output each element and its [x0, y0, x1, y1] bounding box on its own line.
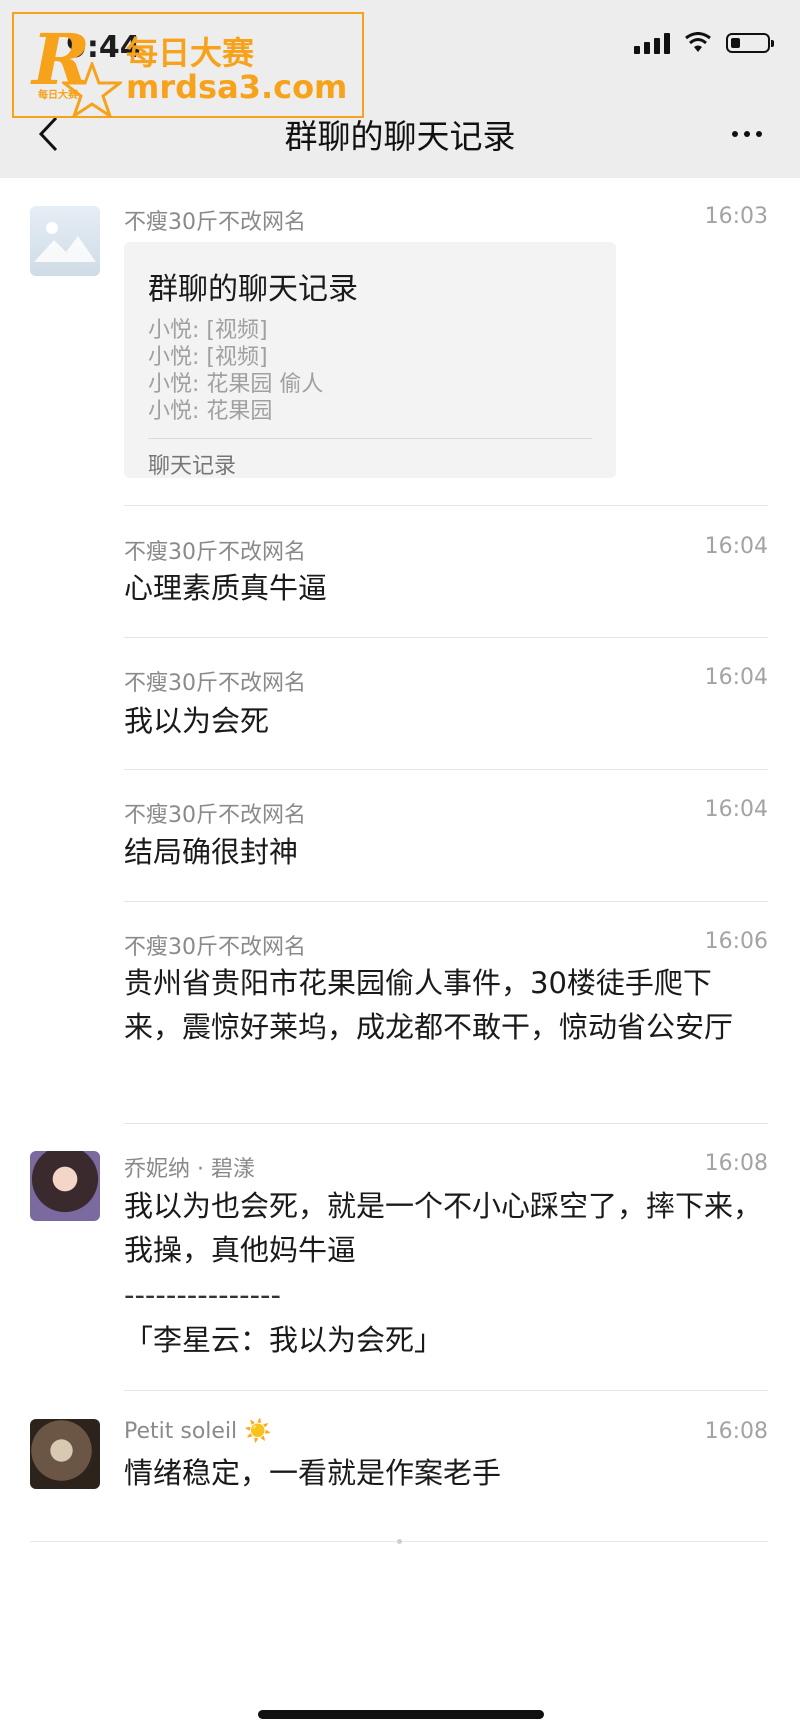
message-text: 情绪稳定，一看就是作案老手 [124, 1456, 502, 1490]
sun-icon: ☀️ [244, 1419, 272, 1444]
sender-name: 乔妮纳 · 碧漾 [124, 1157, 255, 1182]
divider [124, 1390, 768, 1391]
message-time: 16:04 [704, 797, 768, 822]
divider [124, 901, 768, 902]
message-time: 16:06 [704, 929, 768, 954]
message-text: 我以为也会死，就是一个不小心踩空了，摔下来，我操，真他妈牛逼 [124, 1189, 763, 1267]
card-footer: 聊天记录 [148, 454, 237, 479]
message-text: 我以为会死 [124, 704, 270, 738]
cellular-signal-icon [634, 32, 670, 54]
list-end-dot [397, 1539, 402, 1544]
quote-separator: --------------- [124, 1278, 281, 1312]
wifi-icon [685, 32, 711, 52]
avatar-placeholder [30, 206, 100, 276]
battery-level [731, 38, 740, 48]
sender-name: 不瘦30斤不改网名 [124, 540, 306, 565]
more-dot [756, 131, 762, 137]
divider [124, 637, 768, 638]
image-placeholder-icon [34, 222, 96, 262]
more-horizontal-icon [732, 131, 738, 137]
watermark-url: mrdsa3.com [126, 68, 348, 106]
divider [124, 769, 768, 770]
more-dot [744, 131, 750, 137]
sender-name: 不瘦30斤不改网名 [124, 210, 306, 235]
message-text: 心理素质真牛逼 [124, 571, 328, 605]
status-icons [634, 32, 774, 54]
sender-name: 不瘦30斤不改网名 [124, 803, 306, 828]
sender-name-text: Petit soleil [124, 1419, 238, 1444]
home-indicator[interactable] [258, 1710, 544, 1719]
message-text: 结局确很封神 [124, 835, 299, 869]
message-time: 16:08 [704, 1419, 768, 1444]
divider [124, 1123, 768, 1124]
watermark-logo: R 每日大赛 每日大赛 mrdsa3.com [12, 12, 364, 118]
card-title: 群聊的聊天记录 [148, 272, 358, 307]
more-button[interactable] [722, 114, 772, 154]
watermark-small-text: 每日大赛 [38, 90, 78, 101]
avatar[interactable] [30, 1419, 100, 1489]
divider [124, 505, 768, 506]
quoted-message: 「李星云：我以为会死」 [124, 1323, 444, 1357]
sender-name: 不瘦30斤不改网名 [124, 671, 306, 696]
message-time: 16:04 [704, 665, 768, 690]
message-time: 16:03 [704, 204, 768, 229]
sender-name: 不瘦30斤不改网名 [124, 935, 306, 960]
chat-history-card[interactable]: 群聊的聊天记录 小悦: [视频] 小悦: [视频] 小悦: 花果园 偷人 小悦:… [124, 242, 616, 479]
message-text: 贵州省贵阳市花果园偷人事件，30楼徒手爬下来，震惊好莱坞，成龙都不敢干，惊动省公… [124, 966, 734, 1044]
card-line: 小悦: 花果园 [148, 399, 273, 424]
avatar[interactable] [30, 1151, 100, 1221]
battery-icon [726, 33, 774, 53]
sender-name: Petit soleil ☀️ [124, 1419, 272, 1444]
card-divider [148, 438, 592, 439]
message-time: 16:08 [704, 1151, 768, 1176]
message-time: 16:04 [704, 534, 768, 559]
